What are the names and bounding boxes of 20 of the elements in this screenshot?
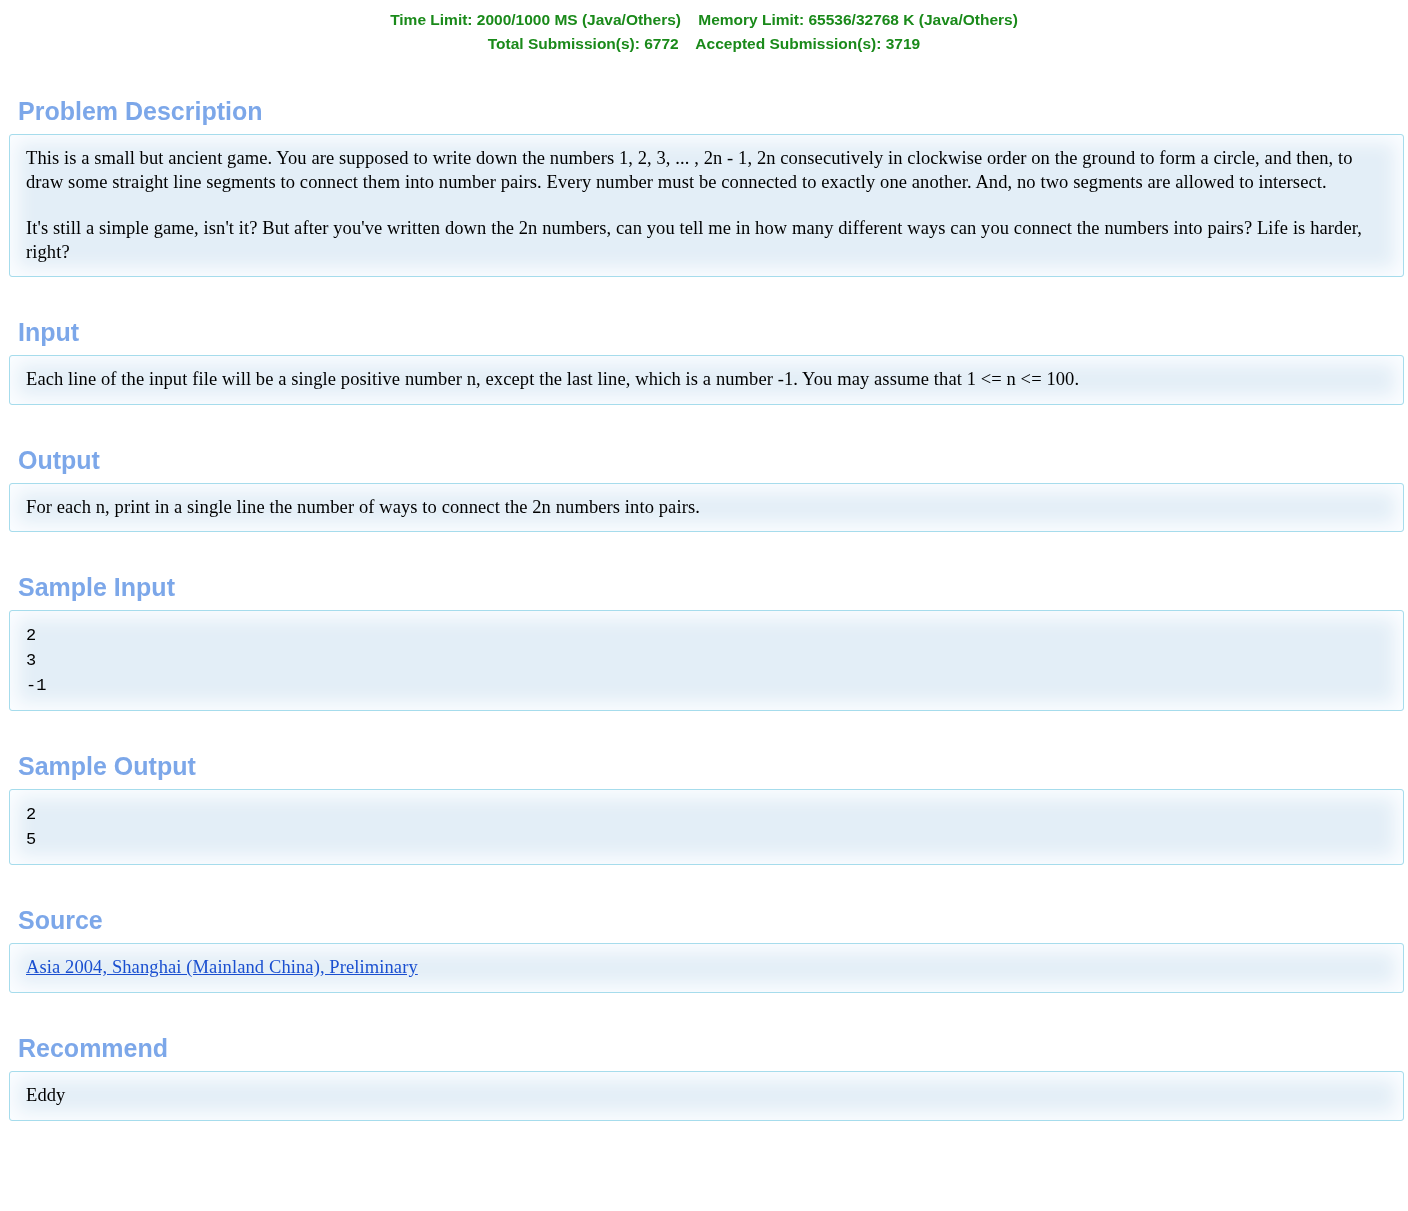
source-link[interactable]: Asia 2004, Shanghai (Mainland China), Preliminary [26,956,418,980]
sample-line: 5 [26,829,37,851]
paragraph: For each n, print in a single line the number of ways to connect the 2n numbers into pairs. [26,495,701,519]
section-title: Output [18,444,100,475]
sample-line: 2 [26,804,37,826]
section-title: Sample Input [18,572,175,602]
sample-line: -1 [26,675,47,697]
paragraph: Eddy [26,1084,67,1107]
section-title: Problem Description [18,96,263,126]
paragraph: It's still a simple game, isn't it? But after you've written down the 2n numbers, can you tell me in how many different ways can you connect the numbers into pairs? Life is harder, right? [26,217,1363,264]
section-title: Input [18,317,80,347]
paragraph: This is a small but ancient game. You are supposed to write down the numbers 1, 2, 3, ... , 2n - 1, 2n consecutively in clockwise order on the ground to form a circle, and then, to draw some straight line segments to connect them into number pairs. Every number must be connected to exactly one another. And, no two segments are allowed to intersect. [26,147,1354,194]
paragraph: Each line of the input file will be a single positive number n, except the last line, which is a number -1. You may assume that 1 <= n <= 100. [26,368,1081,391]
sample-line: 3 [26,650,37,672]
section-title: Recommend [18,1033,169,1063]
limits-text: Time Limit: 2000/1000 MS (Java/Others) Memory Limit: 65536/32768 K (Java/Others) [390,10,1018,30]
section-title: Source [18,905,103,935]
limits-text: Total Submission(s): 6772 Accepted Submission(s): 3719 [487,34,921,54]
section-title: Sample Output [18,751,196,781]
sample-line: 2 [26,625,37,647]
